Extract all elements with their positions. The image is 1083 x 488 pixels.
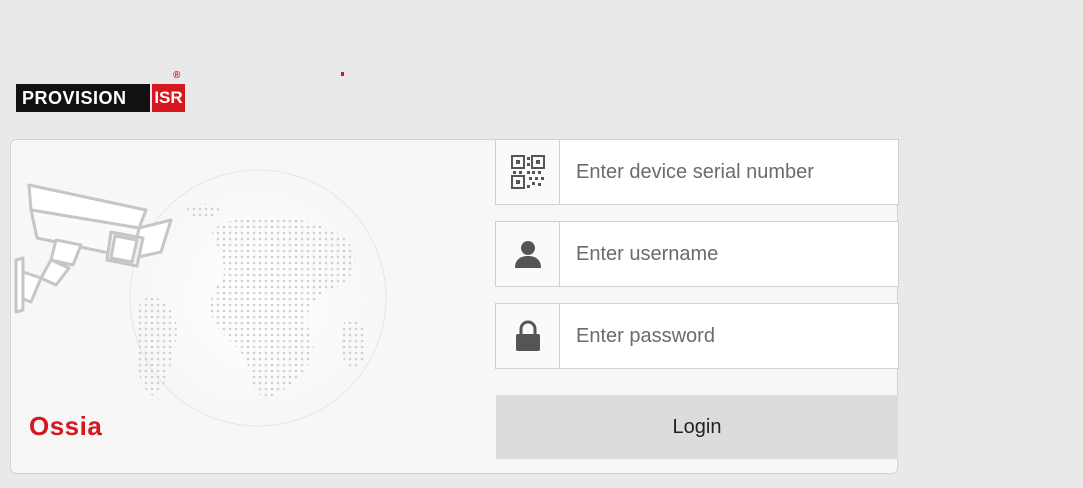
username-field <box>495 221 899 287</box>
provision-isr-logo: PROVISION ISR ® <box>16 70 186 114</box>
logo-provision-text: PROVISION <box>16 84 150 112</box>
password-input[interactable] <box>560 304 896 368</box>
product-name: Ossia <box>29 411 103 441</box>
qr-code-icon <box>496 140 560 204</box>
login-button[interactable]: Login <box>496 395 898 459</box>
red-dot-mark <box>341 72 344 76</box>
serial-number-field <box>495 139 899 205</box>
logo-registered-mark: ® <box>173 70 181 81</box>
password-field <box>495 303 899 369</box>
lock-icon <box>496 304 560 368</box>
user-icon <box>496 222 560 286</box>
logo-isr-text: ISR <box>152 84 185 112</box>
username-input[interactable] <box>560 222 896 286</box>
serial-number-input[interactable] <box>560 140 896 204</box>
